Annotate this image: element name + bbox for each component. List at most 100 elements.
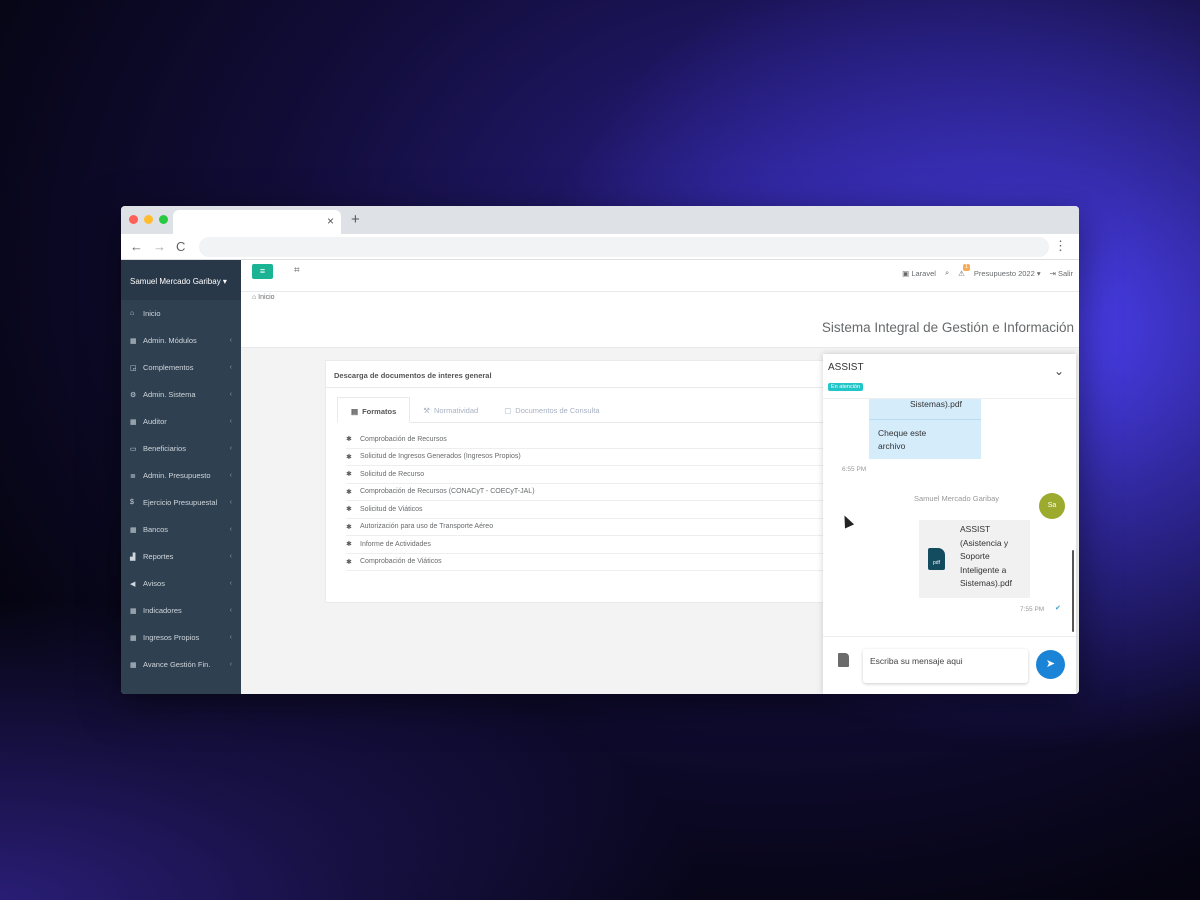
dollar-icon: $ [130,499,134,506]
home-icon: ⌂ [130,310,135,317]
tab-label: Formatos [362,407,397,416]
sidebar-item[interactable]: ▟ Reportes ‹ [121,543,241,570]
document-link[interactable]: Autorización para uso de Transporte Aére… [360,523,493,530]
url-field[interactable] [199,237,1049,257]
tab-label: Normatividad [434,406,479,415]
document-link[interactable]: Solicitud de Ingresos Generados (Ingreso… [360,453,521,460]
sidebar-item[interactable]: $ Ejercicio Presupuestal ‹ [121,489,241,516]
sidebar-item[interactable]: ⌂ Inicio [121,300,241,327]
maximize-window-dot[interactable] [159,215,168,224]
sidebar-item-label: Admin. Módulos [143,336,197,345]
list-item[interactable]: ✱ Comprobación de Recursos (CONACyT - COE… [346,484,824,501]
sidebar-item[interactable]: ◀ Avisos ‹ [121,570,241,597]
list-item[interactable]: ✱ Solicitud de Recurso [346,466,824,484]
laravel-link[interactable]: ▣ Laravel [902,269,936,278]
new-tab-icon[interactable]: + [351,211,360,228]
sidebar-item-label: Indicadores [143,606,182,615]
sidebar-item-label: Admin. Presupuesto [143,471,211,480]
back-icon[interactable]: ← [130,239,143,254]
send-button[interactable]: ➤ [1036,650,1065,679]
tab-close-icon[interactable]: × [327,214,334,228]
grid-icon: ▦ [130,337,137,345]
document-link[interactable]: Informe de Actividades [360,541,431,548]
chat-title: ASSIST [828,362,864,373]
list-item[interactable]: ✱ Autorización para uso de Transporte Aér… [346,519,824,536]
map-icon[interactable]: ⌗ [294,265,300,276]
user-menu[interactable]: Samuel Mercado Garibay ▾ [121,260,241,300]
reload-icon[interactable]: C [176,239,185,254]
tab-bar: × + [121,206,1079,234]
logout-link[interactable]: ⇥ Salir [1050,269,1073,278]
sidebar-item-label: Beneficiarios [143,444,186,453]
document-link[interactable]: Comprobación de Recursos (CONACyT - COEC… [360,488,535,495]
document-link[interactable]: Solicitud de Recurso [360,471,424,478]
sidebar-item[interactable]: ▦ Auditor ‹ [121,408,241,435]
incoming-text-line: Cheque este [878,428,927,438]
sidebar-item-label: Bancos [143,525,169,534]
document-link[interactable]: Comprobación de Viáticos [360,558,442,565]
sidebar-item[interactable]: ▦ Admin. Módulos ‹ [121,327,241,354]
gears-icon: ⚙ [130,391,137,399]
file-name-line: ASSIST [960,524,991,534]
tab-formatos[interactable]: ▤ Formatos [337,397,411,423]
file-name-line: (Asistencia y [960,537,1009,548]
card-icon: ▭ [130,445,137,453]
sidebar-item-label: Ejercicio Presupuestal [143,498,218,507]
outgoing-time: 7:55 PM [1020,606,1045,613]
forward-icon[interactable]: → [153,239,166,254]
tab-normatividad[interactable]: ⚒ Normatividad [410,397,491,422]
top-navbar: ≡ ⌗ ▣ Laravel ⌕ ⚠ 1 Presupuesto 2022 ▾ ⇥ … [241,260,1079,292]
outgoing-message[interactable]: pdf ASSIST (Asistencia y Soporte Intelig… [919,520,1030,598]
chat-scrollbar[interactable] [1072,550,1074,632]
browser-tab[interactable]: × [173,210,341,234]
document-link[interactable]: Comprobación de Recursos [360,436,447,443]
sidebar-item[interactable]: ▦ Indicadores ‹ [121,597,241,624]
alert-icon[interactable]: ⚠ 1 [958,263,970,278]
list-icon: ≣ [130,472,136,480]
top-right-nav: ▣ Laravel ⌕ ⚠ 1 Presupuesto 2022 ▾ ⇥ Sali… [902,263,1073,278]
tab-documentos[interactable]: ▢ Documentos de Consulta [491,397,612,422]
sender-name: Samuel Mercado Garibay [914,494,1000,503]
grid-icon: ▦ [130,607,137,615]
chevron-left-icon: ‹ [229,472,232,479]
sidebar-item[interactable]: ▦ Avance Gestión Fin. ‹ [121,651,241,678]
minimize-window-dot[interactable] [144,215,153,224]
chevron-left-icon: ‹ [229,580,232,587]
sidebar: Samuel Mercado Garibay ▾ ⌂ Inicio ▦ Admin. … [121,260,241,694]
list-item[interactable]: ✱ Informe de Actividades [346,536,824,554]
documents-panel: Descarga de documentos de interes genera… [325,360,825,603]
browser-menu-icon[interactable]: ⋮ [1054,238,1067,254]
list-item[interactable]: ✱ Comprobación de Viáticos [346,554,824,571]
attach-file-icon[interactable] [838,653,849,667]
chevron-left-icon: ‹ [229,661,232,668]
breadcrumb[interactable]: ⌂ Inicio [252,294,275,301]
chevron-left-icon: ‹ [229,364,232,371]
list-item[interactable]: ✱ Solicitud de Ingresos Generados (Ingres… [346,449,824,466]
list-item[interactable]: ✱ Comprobación de Recursos [346,431,824,449]
document-link[interactable]: Solicitud de Viáticos [360,506,423,513]
message-input[interactable] [863,649,1028,683]
chat-header[interactable]: ASSIST En atención ⌄ [823,354,1076,399]
search-icon[interactable]: ⌕ [945,268,949,278]
incoming-text: Cheque este archivo [878,427,926,453]
read-check-icon: ✔ [1055,605,1061,612]
panel-title: Descarga de documentos de interes genera… [326,361,824,388]
sidebar-item[interactable]: ▦ Ingresos Propios ‹ [121,624,241,651]
sidebar-item[interactable]: ≣ Admin. Presupuesto ‹ [121,462,241,489]
tab-label: Documentos de Consulta [515,406,600,415]
sidebar-item[interactable]: ⚙ Admin. Sistema ‹ [121,381,241,408]
chevron-left-icon: ‹ [229,445,232,452]
incoming-file-name[interactable]: Sistemas).pdf [910,399,962,409]
collapse-chat-icon[interactable]: ⌄ [1054,364,1064,378]
sidebar-item[interactable]: ◲ Complementos ‹ [121,354,241,381]
sidebar-item-label: Complementos [143,363,194,372]
page-heading: ⌂ Inicio Sistema Integral de Gestión e I… [241,292,1079,348]
close-window-dot[interactable] [129,215,138,224]
sidebar-item[interactable]: ▦ Bancos ‹ [121,516,241,543]
sidebar-item[interactable]: ▭ Beneficiarios ‹ [121,435,241,462]
menu-toggle-button[interactable]: ≡ [252,264,273,279]
budget-dropdown[interactable]: Presupuesto 2022 ▾ [974,269,1041,278]
bullhorn-icon: ◀ [130,580,136,588]
list-item[interactable]: ✱ Solicitud de Viáticos [346,501,824,519]
sidebar-item-label: Inicio [143,309,161,318]
